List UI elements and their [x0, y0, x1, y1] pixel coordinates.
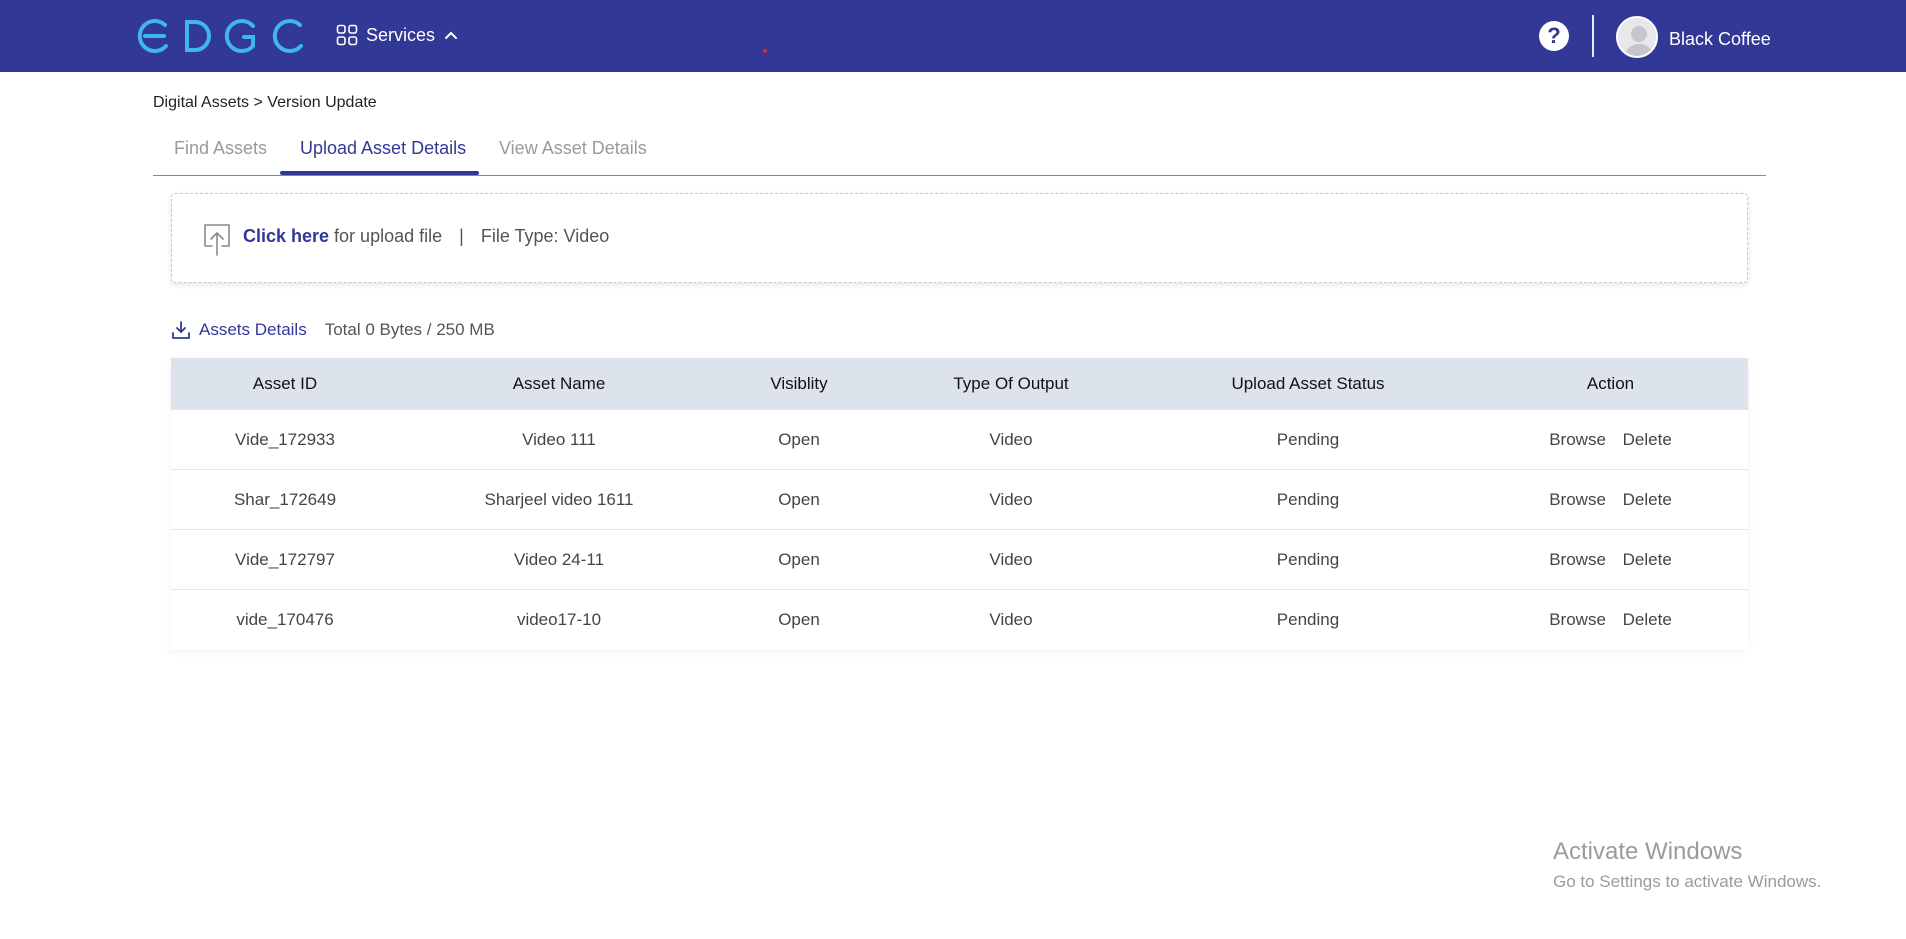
header-divider [1592, 15, 1594, 57]
cell-visibility: Open [778, 489, 820, 509]
cell-visibility: Open [778, 429, 820, 449]
delete-button[interactable]: Delete [1623, 610, 1672, 629]
cell-asset-name: video17-10 [516, 610, 602, 629]
edge-logo[interactable] [135, 16, 305, 56]
table-row: Shar_172649 Sharjeel video 1611 Open Vid… [171, 470, 1748, 530]
upload-text: for upload file [329, 226, 443, 246]
grid-icon [336, 24, 358, 46]
avatar[interactable] [1616, 16, 1658, 58]
tab-find-assets[interactable]: Find Assets [174, 138, 267, 159]
cell-asset-name: Video 24-11 [513, 549, 605, 569]
cell-actions: Browse Delete [1473, 430, 1748, 450]
table-row: Vide_172933 Video 111 Open Video Pending… [171, 410, 1748, 470]
upload-icon [204, 224, 230, 256]
tab-view-asset-details[interactable]: View Asset Details [499, 138, 647, 159]
delete-button[interactable]: Delete [1623, 550, 1672, 569]
active-tab-indicator [280, 171, 479, 175]
cell-output-type: Video [989, 610, 1033, 629]
cell-asset-id: Vide_172797 [235, 549, 335, 569]
cell-asset-name: Sharjeel video 1611 [484, 489, 634, 509]
services-label: Services [366, 24, 436, 45]
table-row: Vide_172797 Video 24-11 Open Video Pendi… [171, 530, 1748, 590]
header-action: Action [1586, 374, 1635, 393]
cell-visibility: Open [778, 549, 820, 569]
cell-actions: Browse Delete [1473, 490, 1748, 510]
watermark-subtitle: Go to Settings to activate Windows. [1553, 872, 1822, 891]
header-asset-id: Asset ID [252, 374, 318, 393]
tab-bar: Find Assets Upload Asset Details View As… [153, 128, 1766, 176]
cell-asset-id: Shar_172649 [233, 489, 337, 509]
table-row: vide_170476 video17-10 Open Video Pendin… [171, 590, 1748, 650]
cell-status: Pending [1276, 429, 1340, 449]
total-size-label: Total 0 Bytes / 250 MB [324, 320, 495, 339]
assets-table: Asset ID Asset Name Visiblity Type Of Ou… [171, 358, 1748, 650]
upload-dropzone[interactable]: Click here for upload file | File Type: … [171, 193, 1748, 283]
upload-separator: | [459, 226, 464, 246]
services-menu[interactable]: Services [336, 24, 459, 46]
cell-asset-id: vide_170476 [236, 610, 334, 629]
browse-button[interactable]: Browse [1549, 430, 1606, 449]
assets-details-header: Assets Details Total 0 Bytes / 250 MB [171, 320, 495, 340]
chevron-up-icon [445, 31, 458, 39]
click-here-link[interactable]: Click here [243, 226, 329, 246]
delete-button[interactable]: Delete [1623, 430, 1672, 449]
user-name[interactable]: Black Coffee [1669, 29, 1771, 50]
header-type-of-output: Type Of Output [953, 374, 1069, 393]
cell-output-type: Video [989, 489, 1033, 509]
top-navbar: Services ? Black Coffee [0, 0, 1906, 72]
cell-asset-name: Video 111 [522, 429, 596, 449]
download-icon [172, 321, 190, 339]
watermark-title: Activate Windows [1553, 838, 1743, 865]
user-silhouette-icon [1618, 18, 1656, 56]
help-icon[interactable]: ? [1539, 21, 1569, 51]
header-visibility: Visiblity [770, 374, 828, 393]
delete-button[interactable]: Delete [1623, 490, 1672, 509]
browse-button[interactable]: Browse [1549, 490, 1606, 509]
cell-visibility: Open [778, 610, 820, 629]
browse-button[interactable]: Browse [1549, 610, 1606, 629]
cell-status: Pending [1276, 610, 1340, 629]
cell-output-type: Video [989, 549, 1033, 569]
cell-status: Pending [1276, 549, 1340, 569]
header-asset-name: Asset Name [512, 374, 606, 393]
cell-status: Pending [1276, 489, 1340, 509]
breadcrumb: Digital Assets > Version Update [153, 94, 377, 111]
cell-actions: Browse Delete [1473, 610, 1748, 630]
table-header: Asset ID Asset Name Visiblity Type Of Ou… [171, 358, 1748, 410]
cell-asset-id: Vide_172933 [235, 429, 335, 449]
tab-upload-asset-details[interactable]: Upload Asset Details [300, 138, 466, 159]
cell-output-type: Video [989, 429, 1033, 449]
edge-logo-graphic [137, 19, 303, 53]
file-type-label: File Type: Video [480, 226, 610, 246]
upload-instructions: Click here for upload file | File Type: … [243, 226, 609, 247]
assets-details-title[interactable]: Assets Details [199, 320, 307, 340]
header-upload-status: Upload Asset Status [1231, 374, 1385, 393]
browse-button[interactable]: Browse [1549, 550, 1606, 569]
cell-actions: Browse Delete [1473, 550, 1748, 570]
indicator-dot [763, 49, 767, 53]
windows-activation-watermark: Activate Windows Go to Settings to activ… [1553, 838, 1821, 892]
